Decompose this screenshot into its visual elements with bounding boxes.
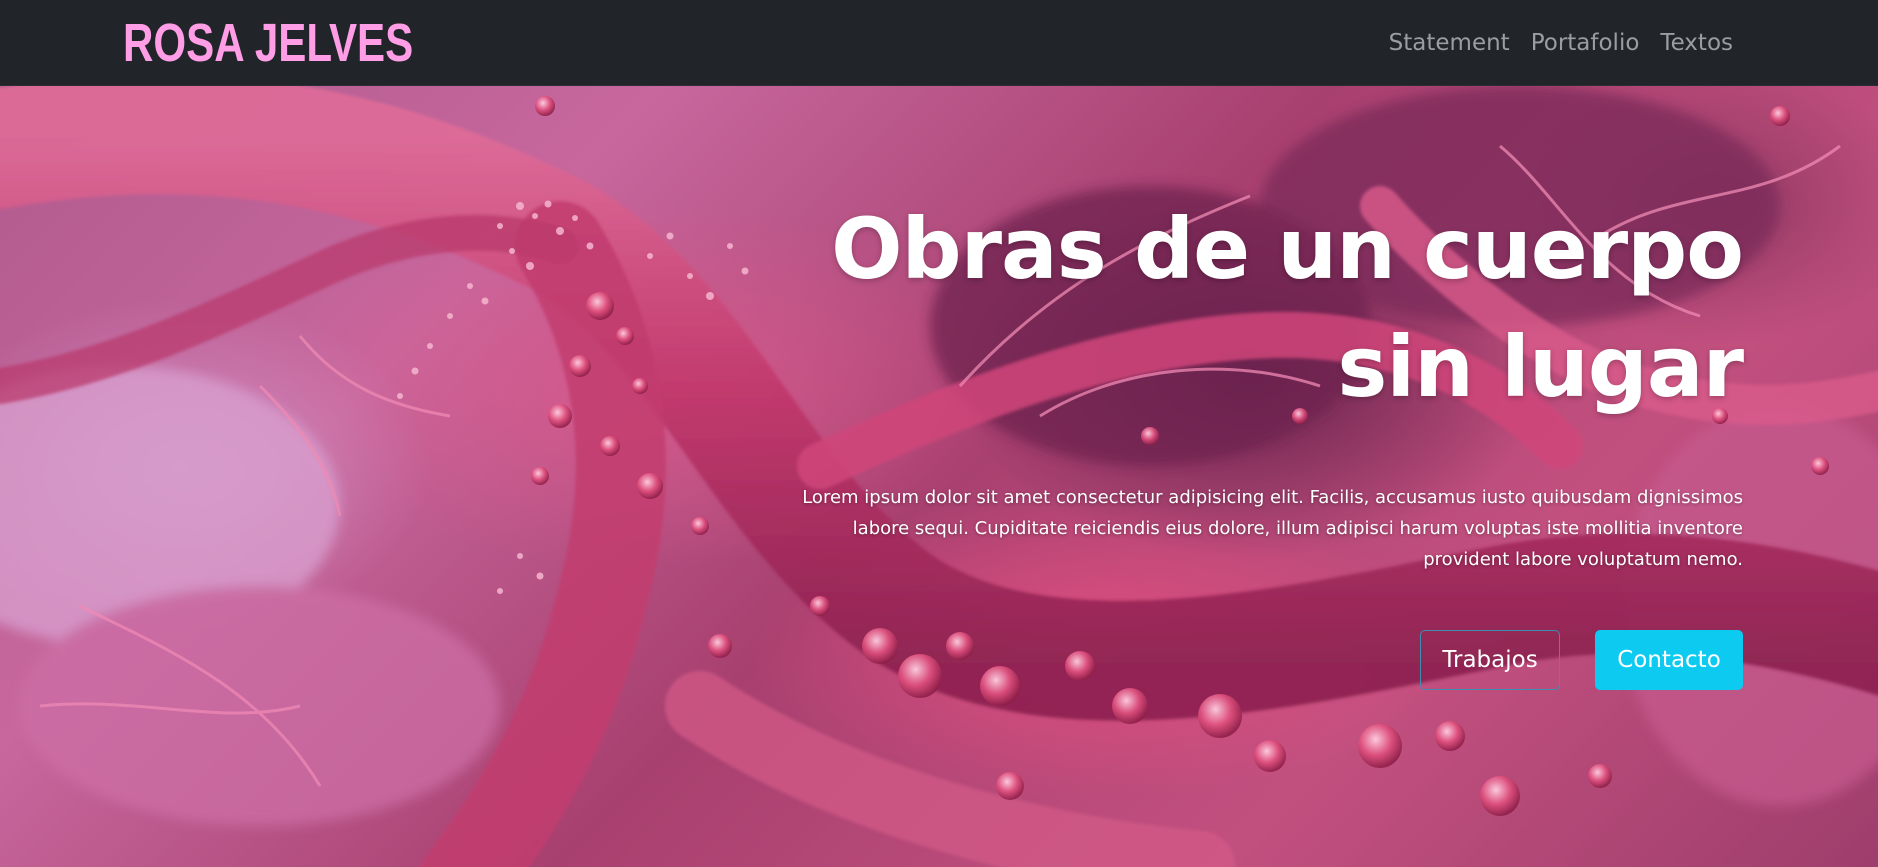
contacto-button[interactable]: Contacto [1595, 630, 1743, 690]
hero-headline: Obras de un cuerpo sin lugar [831, 190, 1744, 426]
brand-logo[interactable]: ROSA JELVES [123, 12, 413, 74]
hero-headline-line1: Obras de un cuerpo [831, 200, 1744, 298]
top-navbar: ROSA JELVES Statement Portafolio Textos [0, 0, 1878, 86]
hero-lead-text: Lorem ipsum dolor sit amet consectetur a… [802, 487, 1743, 570]
hero-buttons: Trabajos Contacto [1420, 630, 1743, 690]
trabajos-button[interactable]: Trabajos [1420, 630, 1560, 690]
hero-headline-line2: sin lugar [1337, 318, 1744, 416]
hero-section: Obras de un cuerpo sin lugar Lorem ipsum… [0, 86, 1878, 867]
nav-link-textos[interactable]: Textos [1660, 24, 1733, 62]
nav-link-portafolio[interactable]: Portafolio [1531, 24, 1640, 62]
nav-link-statement[interactable]: Statement [1389, 24, 1510, 62]
nav-links: Statement Portafolio Textos [1389, 24, 1733, 62]
